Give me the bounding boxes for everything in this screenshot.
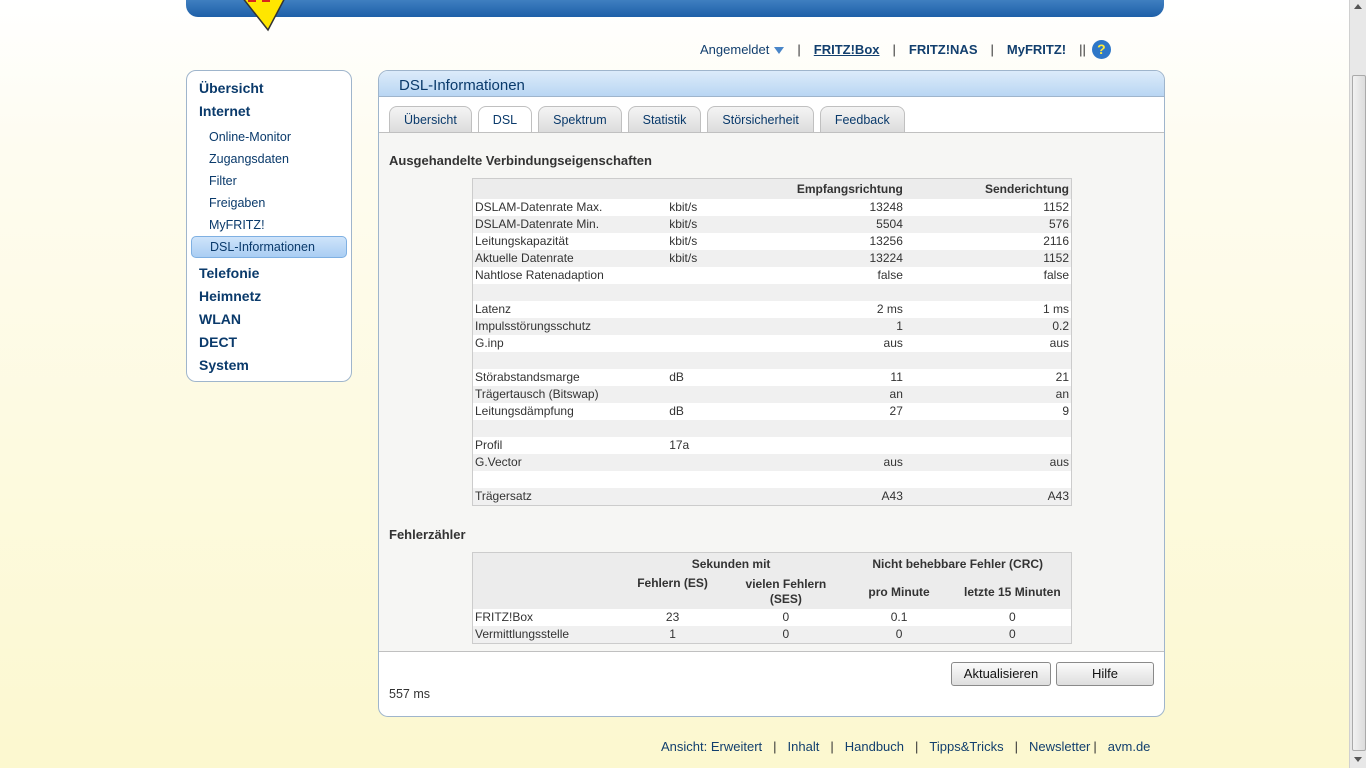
footer-tips-link[interactable]: Tipps&Tricks <box>929 739 1003 754</box>
connection-table: Empfangsrichtung Senderichtung DSLAM-Dat… <box>472 178 1072 506</box>
sidebar-item-zugangsdaten[interactable]: Zugangsdaten <box>209 152 289 166</box>
tab-uebersicht[interactable]: Übersicht <box>389 106 472 132</box>
section-title-errors: Fehlerzähler <box>389 527 466 542</box>
sidebar-item-filter[interactable]: Filter <box>209 174 237 188</box>
table-row: Leitungsdämpfung dB 27 9 <box>475 404 1069 418</box>
table-row: DSLAM-Datenrate Max. kbit/s 13248 1152 <box>475 200 1069 214</box>
help-button[interactable]: Hilfe <box>1056 662 1154 686</box>
table-row <box>472 284 1072 301</box>
table-row: Vermittlungsstelle 1 0 0 0 <box>472 626 1072 644</box>
page-title: DSL-Informationen <box>399 77 525 94</box>
footer-newsletter-link[interactable]: Newsletter <box>1029 739 1090 754</box>
col-crc-15min: letzte 15 Minuten <box>953 575 1072 609</box>
tab-dsl[interactable]: DSL <box>477 106 533 132</box>
footer: Ansicht: Erweitert | Inhalt | Handbuch |… <box>661 739 1151 754</box>
footer-manual-link[interactable]: Handbuch <box>845 739 904 754</box>
table-row <box>472 420 1072 437</box>
top-navigation: Angemeldet | FRITZ!Box | FRITZ!NAS | MyF… <box>700 39 1111 59</box>
main-panel: DSL-Informationen Übersicht DSL Spektrum… <box>378 70 1165 717</box>
tab-bar: Übersicht DSL Spektrum Statistik Störsic… <box>389 106 911 132</box>
footer-avm-link[interactable]: avm.de <box>1108 739 1151 754</box>
group-crc: Nicht behebbare Fehler (CRC) <box>844 552 1072 575</box>
scroll-thumb[interactable] <box>1352 75 1366 751</box>
nav-myfritz[interactable]: MyFRITZ! <box>1007 42 1066 57</box>
nav-fritznas[interactable]: FRITZ!NAS <box>909 42 978 57</box>
sidebar-item-internet[interactable]: Internet <box>199 103 250 119</box>
scrollbar[interactable] <box>1349 0 1366 768</box>
tab-statistik[interactable]: Statistik <box>627 106 702 132</box>
table-row: Nahtlose Ratenadaption false false <box>475 268 1069 282</box>
scroll-down-icon[interactable] <box>1354 757 1362 762</box>
sidebar: Übersicht Internet Online-Monitor Zugang… <box>186 70 352 382</box>
error-counter-table: Sekunden mit Nicht behebbare Fehler (CRC… <box>472 552 1072 644</box>
load-time: 557 ms <box>389 687 430 701</box>
col-ses: vielen Fehlern (SES) <box>727 575 845 609</box>
table-row: FRITZ!Box 23 0 0.1 0 <box>475 610 1016 624</box>
table-row: Leitungskapazität kbit/s 13256 2116 <box>475 234 1069 248</box>
scroll-up-icon[interactable] <box>1354 4 1362 9</box>
table-row <box>472 352 1072 369</box>
refresh-button[interactable]: Aktualisieren <box>951 662 1051 686</box>
sidebar-item-uebersicht[interactable]: Übersicht <box>199 80 264 96</box>
section-title-connection: Ausgehandelte Verbindungseigenschaften <box>389 153 652 168</box>
tab-stoersicherheit[interactable]: Störsicherheit <box>707 106 814 132</box>
table-row: Impulsstörungsschutz 1 0.2 <box>472 318 1072 335</box>
table-row: DSLAM-Datenrate Min. kbit/s 5504 576 <box>472 216 1072 233</box>
table-row: Störabstandsmarge dB 11 21 <box>475 370 1069 384</box>
nav-fritzbox[interactable]: FRITZ!Box <box>814 42 880 57</box>
col-crc-minute: pro Minute <box>844 575 954 609</box>
sidebar-item-freigaben[interactable]: Freigaben <box>209 196 265 210</box>
table-row: G.inp aus aus <box>475 336 1069 350</box>
col-senderichtung: Senderichtung <box>904 178 1072 199</box>
tab-spektrum[interactable]: Spektrum <box>538 106 622 132</box>
footer-content-link[interactable]: Inhalt <box>788 739 820 754</box>
help-icon[interactable]: ? <box>1091 39 1111 59</box>
col-es: Fehlern (ES) <box>617 575 728 609</box>
fritz-logo-icon <box>243 0 285 32</box>
sidebar-item-dsl-informationen[interactable]: DSL-Informationen <box>210 240 315 254</box>
sidebar-item-telefonie[interactable]: Telefonie <box>199 265 259 281</box>
table-row: Latenz 2 ms 1 ms <box>475 302 1069 316</box>
table-header-row: Empfangsrichtung Senderichtung <box>472 178 1072 199</box>
table-row <box>473 471 1072 488</box>
sidebar-item-online-monitor[interactable]: Online-Monitor <box>209 130 291 144</box>
chevron-down-icon <box>774 46 785 54</box>
table-row: Profil 17a <box>475 438 690 452</box>
sidebar-item-myfritz[interactable]: MyFRITZ! <box>209 218 265 232</box>
header-banner <box>186 0 1164 17</box>
sidebar-item-heimnetz[interactable]: Heimnetz <box>199 288 261 304</box>
sidebar-item-system[interactable]: System <box>199 357 249 373</box>
table-row: Trägersatz A43 A43 <box>472 488 1072 506</box>
sidebar-item-dect[interactable]: DECT <box>199 334 237 350</box>
group-seconds: Sekunden mit <box>617 552 845 575</box>
logged-in-menu[interactable]: Angemeldet <box>700 42 785 57</box>
tab-feedback[interactable]: Feedback <box>819 106 905 132</box>
table-row: G.Vector aus aus <box>472 454 1072 471</box>
sidebar-item-wlan[interactable]: WLAN <box>199 311 241 327</box>
table-row: Aktuelle Datenrate kbit/s 13224 1152 <box>472 250 1072 267</box>
col-empfangsrichtung: Empfangsrichtung <box>736 178 905 199</box>
table-row: Trägertausch (Bitswap) an an <box>472 386 1072 403</box>
footer-view-link[interactable]: Ansicht: Erweitert <box>661 739 762 754</box>
